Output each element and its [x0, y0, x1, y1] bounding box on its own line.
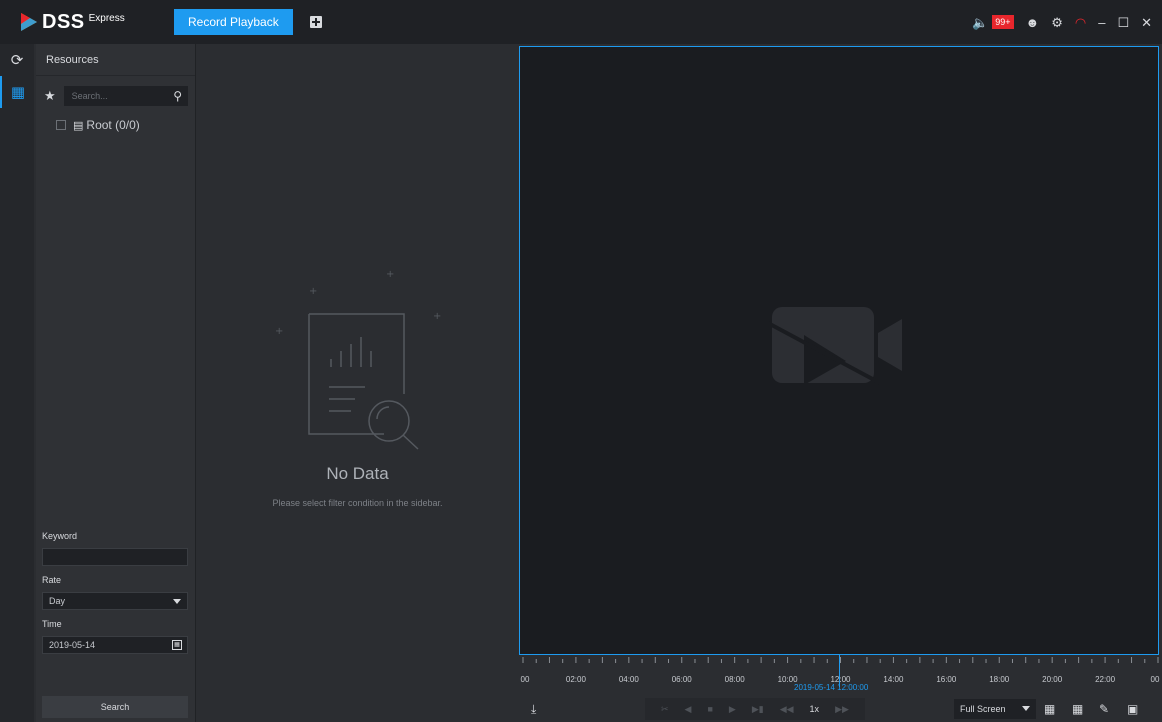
- resource-search-row: ★ ⚲: [36, 76, 195, 106]
- organization-icon: ▤: [73, 119, 84, 132]
- fullscreen-icon[interactable]: ▣: [1127, 702, 1138, 716]
- svg-text:+: +: [275, 326, 283, 337]
- chevron-down-icon: [173, 599, 181, 604]
- svg-text:+: +: [309, 286, 317, 297]
- maximize-icon[interactable]: ☐: [1117, 16, 1129, 29]
- timeline-tick-label: 04:00: [618, 675, 639, 684]
- slow-down-icon[interactable]: ◀◀: [780, 704, 794, 715]
- timeline-tick-label: 22:00: [1095, 675, 1116, 684]
- resource-search-input[interactable]: [71, 91, 168, 101]
- screen-mode-value: Full Screen: [960, 704, 1006, 714]
- search-button[interactable]: Search: [42, 696, 188, 718]
- timeline-tick-label: 18:00: [989, 675, 1010, 684]
- minimize-icon[interactable]: –: [1098, 16, 1105, 29]
- timeline-tick-label: 08:00: [724, 675, 745, 684]
- next-frame-icon[interactable]: ▶▮: [752, 704, 764, 715]
- timeline-tick-label: 02:00: [565, 675, 586, 684]
- svg-text:+: +: [386, 269, 394, 280]
- layout-9-icon[interactable]: ▦: [1072, 702, 1083, 716]
- timeline-tick-label: 14:00: [883, 675, 904, 684]
- dss-logo-icon: [20, 12, 38, 32]
- speaker-icon[interactable]: 🔈: [972, 16, 988, 29]
- search-icon[interactable]: ⚲: [168, 89, 188, 103]
- video-camera-icon: [767, 305, 908, 390]
- time-label: Time: [42, 619, 62, 629]
- rate-select[interactable]: Day: [42, 592, 188, 610]
- device-tree-icon[interactable]: ▦: [0, 76, 34, 108]
- svg-text:+: +: [433, 311, 441, 322]
- favorite-star-icon[interactable]: ★: [44, 88, 56, 104]
- rate-value: Day: [49, 596, 66, 606]
- empty-report-icon: + + + +: [261, 259, 461, 459]
- timeline-cursor-time: 2019-05-14 12:00:00: [794, 683, 869, 692]
- add-tab-icon[interactable]: [309, 16, 322, 28]
- keyword-label: Keyword: [42, 531, 78, 541]
- layout-4-icon[interactable]: ▦: [1044, 702, 1055, 716]
- notification-badge[interactable]: 99+: [992, 15, 1014, 29]
- time-value: 2019-05-14: [49, 640, 96, 650]
- filter-panel: Keyword Rate Day Time 2019-05-14 ▦ Searc…: [36, 528, 196, 718]
- timeline-tick-label: 20:00: [1042, 675, 1063, 684]
- tree-root-label: Root (0/0): [86, 118, 140, 132]
- empty-state-title: No Data: [326, 464, 389, 483]
- time-field[interactable]: 2019-05-14 ▦: [42, 636, 188, 654]
- app-window: DSS Express Record Playback 🔈 99+ ☻ ⚙ ◠ …: [0, 0, 1162, 722]
- stop-icon[interactable]: ■: [707, 704, 712, 714]
- history-icon[interactable]: ⟳: [0, 44, 34, 76]
- window-actions: 🔈 99+ ☻ ⚙ ◠ – ☐ ✕: [972, 0, 1152, 44]
- logo-subtitle: Express: [88, 12, 125, 24]
- timeline-ticks: [522, 657, 1159, 663]
- playback-controls: ⤓ ✂ ◀ ■ ▶ ▶▮ ◀◀ 1x ▶▶ Full Screen ▦ ▦ ✎ …: [519, 696, 1162, 722]
- logo-text: DSS: [42, 10, 85, 33]
- gear-icon[interactable]: ⚙: [1051, 16, 1063, 29]
- timeline-tick-label: 00: [520, 675, 530, 684]
- keyword-field[interactable]: [42, 548, 188, 566]
- speed-label: 1x: [809, 704, 820, 714]
- rate-label: Rate: [42, 575, 62, 585]
- step-back-icon[interactable]: ◀: [685, 704, 692, 715]
- edit-layout-icon[interactable]: ✎: [1099, 702, 1109, 716]
- video-window[interactable]: [519, 46, 1159, 655]
- resources-title: Resources: [36, 44, 195, 76]
- calendar-icon[interactable]: ▦: [172, 640, 182, 650]
- speed-up-icon[interactable]: ▶▶: [835, 704, 849, 715]
- top-bar: DSS Express Record Playback 🔈 99+ ☻ ⚙ ◠ …: [0, 0, 1162, 44]
- record-list-area: + + + + No Data Please select filter con…: [197, 44, 518, 722]
- tab-record-playback[interactable]: Record Playback: [174, 9, 293, 35]
- timeline-tick-label: 00: [1150, 675, 1160, 684]
- chevron-down-icon: [1022, 706, 1030, 711]
- timeline[interactable]: 00 02:00 04:00 06:00 08:00 10:00 12:00 14:00 16:…: [519, 655, 1162, 695]
- download-icon[interactable]: ⤓: [531, 702, 536, 717]
- close-icon[interactable]: ✕: [1141, 16, 1152, 29]
- playback-button-group: ✂ ◀ ■ ▶ ▶▮ ◀◀ 1x ▶▶: [645, 698, 865, 720]
- timeline-tick-label: 16:00: [936, 675, 957, 684]
- nav-strip: ⟳ ▦: [0, 44, 34, 722]
- tree-root-node[interactable]: ▤ Root (0/0): [36, 106, 195, 132]
- empty-state-subtitle: Please select filter condition in the si…: [272, 498, 443, 508]
- play-icon[interactable]: ▶: [729, 704, 736, 715]
- clip-icon[interactable]: ✂: [661, 704, 669, 715]
- screen-mode-select[interactable]: Full Screen: [954, 699, 1036, 719]
- performance-icon[interactable]: ◠: [1075, 16, 1086, 29]
- app-logo: DSS Express: [20, 11, 170, 34]
- user-icon[interactable]: ☻: [1026, 16, 1040, 29]
- timeline-tick-label: 06:00: [671, 675, 692, 684]
- tree-root-checkbox[interactable]: [56, 120, 66, 130]
- resource-search-box: ⚲: [63, 86, 188, 106]
- resources-panel: Resources ★ ⚲ ▤ Root (0/0) Keyword Rate …: [36, 44, 196, 722]
